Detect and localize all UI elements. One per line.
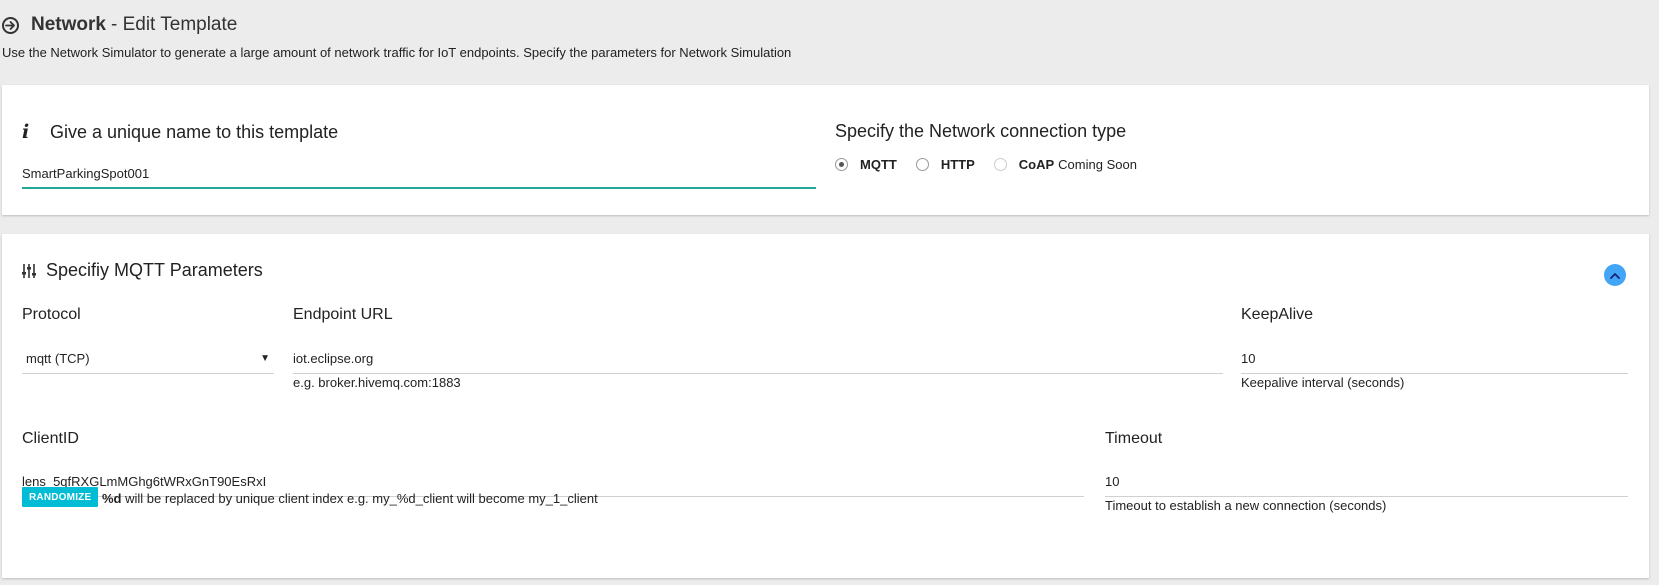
arrow-circle-right-icon[interactable] — [2, 16, 19, 34]
coap-coming-soon-text: Coming Soon — [1058, 157, 1137, 172]
randomize-button[interactable]: RANDOMIZE — [22, 487, 99, 507]
clientid-hint-text: will be replaced by unique client index … — [125, 491, 598, 506]
endpoint-url-hint: e.g. broker.hivemq.com:1883 — [293, 375, 461, 390]
page-title: Network — [31, 14, 106, 35]
coap-radio — [993, 158, 1007, 171]
connection-type-radio-group: MQTT HTTP CoAP Coming Soon — [835, 157, 1137, 172]
http-radio[interactable] — [915, 158, 929, 171]
chevron-up-icon — [1610, 272, 1620, 279]
template-settings-card: i Give a unique name to this template Sp… — [2, 85, 1649, 215]
protocol-label: Protocol — [22, 306, 81, 323]
page-title-suffix: - Edit Template — [110, 14, 238, 35]
timeout-label: Timeout — [1105, 430, 1163, 447]
page-subtitle: Use the Network Simulator to generate a … — [2, 45, 792, 60]
connection-type-heading: Specify the Network connection type — [835, 121, 1127, 141]
collapse-button[interactable] — [1604, 264, 1626, 286]
template-name-heading: i Give a unique name to this template — [22, 121, 338, 143]
keepalive-hint: Keepalive interval (seconds) — [1241, 375, 1405, 390]
sliders-icon — [22, 263, 36, 278]
mqtt-parameters-card: Specifiy MQTT Parameters Protocol mqtt (… — [2, 234, 1649, 578]
endpoint-url-input[interactable] — [293, 344, 1223, 374]
mqtt-parameters-heading: Specifiy MQTT Parameters — [22, 260, 263, 281]
protocol-select-value: mqtt (TCP) — [26, 351, 90, 366]
clientid-hint: %d will be replaced by unique client ind… — [102, 491, 598, 506]
protocol-select[interactable]: mqtt (TCP) ▼ — [22, 344, 274, 374]
caret-down-icon: ▼ — [260, 353, 270, 364]
clientid-hint-token: %d — [102, 491, 122, 506]
timeout-hint: Timeout to establish a new connection (s… — [1105, 498, 1387, 513]
keepalive-input[interactable] — [1241, 344, 1628, 374]
endpoint-url-label: Endpoint URL — [293, 306, 393, 323]
page-header: Network - Edit Template — [2, 14, 237, 36]
template-name-input[interactable] — [22, 162, 816, 189]
mqtt-radio[interactable] — [835, 158, 848, 171]
http-radio-label[interactable]: HTTP — [941, 157, 975, 172]
template-name-heading-text: Give a unique name to this template — [50, 121, 339, 142]
info-icon: i — [22, 121, 30, 143]
mqtt-parameters-heading-text: Specifiy MQTT Parameters — [46, 260, 263, 280]
mqtt-radio-label[interactable]: MQTT — [860, 157, 897, 172]
clientid-label: ClientID — [22, 430, 79, 447]
coap-radio-label: CoAP — [1018, 157, 1055, 172]
keepalive-label: KeepAlive — [1241, 306, 1314, 323]
timeout-input[interactable] — [1105, 467, 1628, 497]
